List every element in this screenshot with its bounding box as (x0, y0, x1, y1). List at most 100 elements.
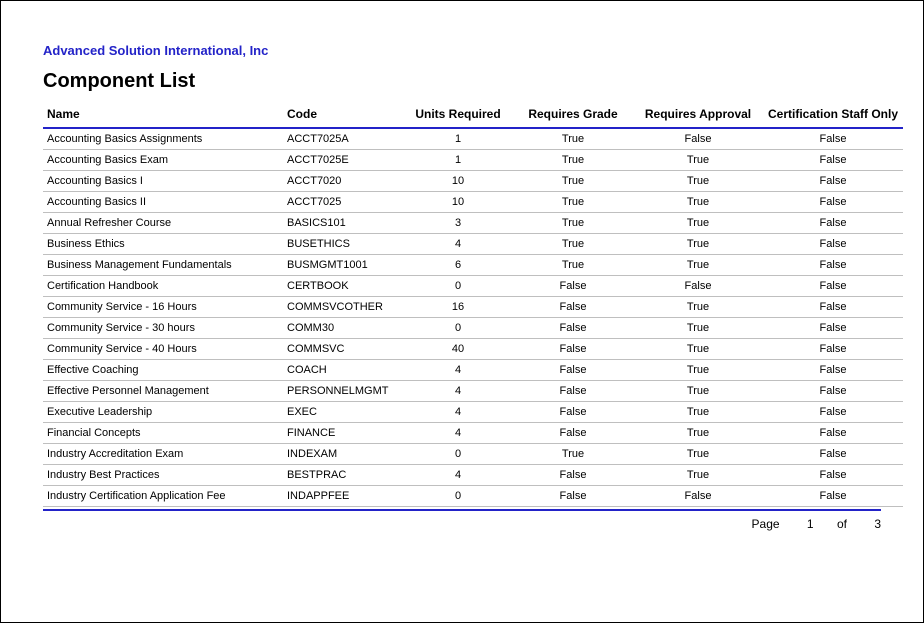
cell-code: INDAPPFEE (283, 486, 403, 507)
cell-approval: True (633, 402, 763, 423)
cell-staff: False (763, 423, 903, 444)
cell-approval: True (633, 213, 763, 234)
table-row: Effective CoachingCOACH4FalseTrueFalse (43, 360, 903, 381)
cell-approval: False (633, 486, 763, 507)
cell-staff: False (763, 297, 903, 318)
cell-staff: False (763, 444, 903, 465)
cell-approval: True (633, 318, 763, 339)
cell-staff: False (763, 360, 903, 381)
cell-approval: True (633, 339, 763, 360)
cell-name: Accounting Basics II (43, 192, 283, 213)
cell-staff: False (763, 171, 903, 192)
cell-grade: True (513, 234, 633, 255)
cell-staff: False (763, 318, 903, 339)
cell-units: 10 (403, 192, 513, 213)
cell-grade: False (513, 402, 633, 423)
table-row: Annual Refresher CourseBASICS1013TrueTru… (43, 213, 903, 234)
col-header-grade: Requires Grade (513, 103, 633, 128)
cell-code: BUSETHICS (283, 234, 403, 255)
cell-code: COMMSVCOTHER (283, 297, 403, 318)
cell-units: 4 (403, 465, 513, 486)
table-row: Effective Personnel ManagementPERSONNELM… (43, 381, 903, 402)
table-row: Industry Best PracticesBESTPRAC4FalseTru… (43, 465, 903, 486)
cell-units: 4 (403, 360, 513, 381)
cell-approval: True (633, 171, 763, 192)
cell-name: Annual Refresher Course (43, 213, 283, 234)
col-header-units: Units Required (403, 103, 513, 128)
company-name: Advanced Solution International, Inc (43, 43, 881, 58)
cell-units: 10 (403, 171, 513, 192)
cell-grade: False (513, 297, 633, 318)
page-label: Page (752, 517, 780, 531)
cell-approval: True (633, 465, 763, 486)
cell-grade: False (513, 423, 633, 444)
cell-grade: True (513, 444, 633, 465)
cell-staff: False (763, 465, 903, 486)
cell-staff: False (763, 402, 903, 423)
table-row: Community Service - 40 HoursCOMMSVC40Fal… (43, 339, 903, 360)
cell-approval: True (633, 444, 763, 465)
table-row: Certification HandbookCERTBOOK0FalseFals… (43, 276, 903, 297)
cell-grade: False (513, 465, 633, 486)
cell-name: Accounting Basics Exam (43, 150, 283, 171)
col-header-staff: Certification Staff Only (763, 103, 903, 128)
cell-approval: False (633, 128, 763, 150)
cell-grade: True (513, 150, 633, 171)
cell-name: Industry Accreditation Exam (43, 444, 283, 465)
cell-approval: False (633, 276, 763, 297)
page-number: 1 (807, 517, 814, 531)
cell-grade: True (513, 255, 633, 276)
cell-units: 0 (403, 276, 513, 297)
cell-name: Industry Certification Application Fee (43, 486, 283, 507)
table-row: Business EthicsBUSETHICS4TrueTrueFalse (43, 234, 903, 255)
cell-code: FINANCE (283, 423, 403, 444)
table-row: Financial ConceptsFINANCE4FalseTrueFalse (43, 423, 903, 444)
cell-name: Executive Leadership (43, 402, 283, 423)
col-header-approval: Requires Approval (633, 103, 763, 128)
cell-units: 0 (403, 318, 513, 339)
of-label: of (837, 517, 847, 531)
cell-name: Industry Best Practices (43, 465, 283, 486)
cell-code: EXEC (283, 402, 403, 423)
table-row: Accounting Basics AssignmentsACCT7025A1T… (43, 128, 903, 150)
cell-approval: True (633, 150, 763, 171)
cell-code: COMM30 (283, 318, 403, 339)
cell-units: 6 (403, 255, 513, 276)
cell-units: 4 (403, 381, 513, 402)
col-header-name: Name (43, 103, 283, 128)
cell-code: ACCT7020 (283, 171, 403, 192)
cell-grade: True (513, 171, 633, 192)
cell-units: 40 (403, 339, 513, 360)
table-row: Community Service - 16 HoursCOMMSVCOTHER… (43, 297, 903, 318)
cell-staff: False (763, 150, 903, 171)
table-row: Executive LeadershipEXEC4FalseTrueFalse (43, 402, 903, 423)
cell-approval: True (633, 192, 763, 213)
cell-staff: False (763, 276, 903, 297)
cell-units: 4 (403, 402, 513, 423)
cell-staff: False (763, 381, 903, 402)
col-header-code: Code (283, 103, 403, 128)
cell-code: BUSMGMT1001 (283, 255, 403, 276)
cell-units: 0 (403, 486, 513, 507)
table-body: Accounting Basics AssignmentsACCT7025A1T… (43, 128, 903, 507)
cell-code: COMMSVC (283, 339, 403, 360)
cell-staff: False (763, 234, 903, 255)
cell-name: Community Service - 30 hours (43, 318, 283, 339)
cell-code: BESTPRAC (283, 465, 403, 486)
cell-grade: False (513, 276, 633, 297)
cell-grade: False (513, 381, 633, 402)
component-table: Name Code Units Required Requires Grade … (43, 103, 903, 507)
page-title: Component List (43, 70, 881, 93)
table-row: Accounting Basics IIACCT702510TrueTrueFa… (43, 192, 903, 213)
table-row: Community Service - 30 hoursCOMM300False… (43, 318, 903, 339)
cell-grade: False (513, 318, 633, 339)
page-total: 3 (874, 517, 881, 531)
cell-staff: False (763, 255, 903, 276)
cell-grade: False (513, 360, 633, 381)
cell-code: ACCT7025E (283, 150, 403, 171)
cell-name: Accounting Basics I (43, 171, 283, 192)
cell-staff: False (763, 213, 903, 234)
table-row: Industry Accreditation ExamINDEXAM0TrueT… (43, 444, 903, 465)
cell-staff: False (763, 486, 903, 507)
cell-staff: False (763, 339, 903, 360)
